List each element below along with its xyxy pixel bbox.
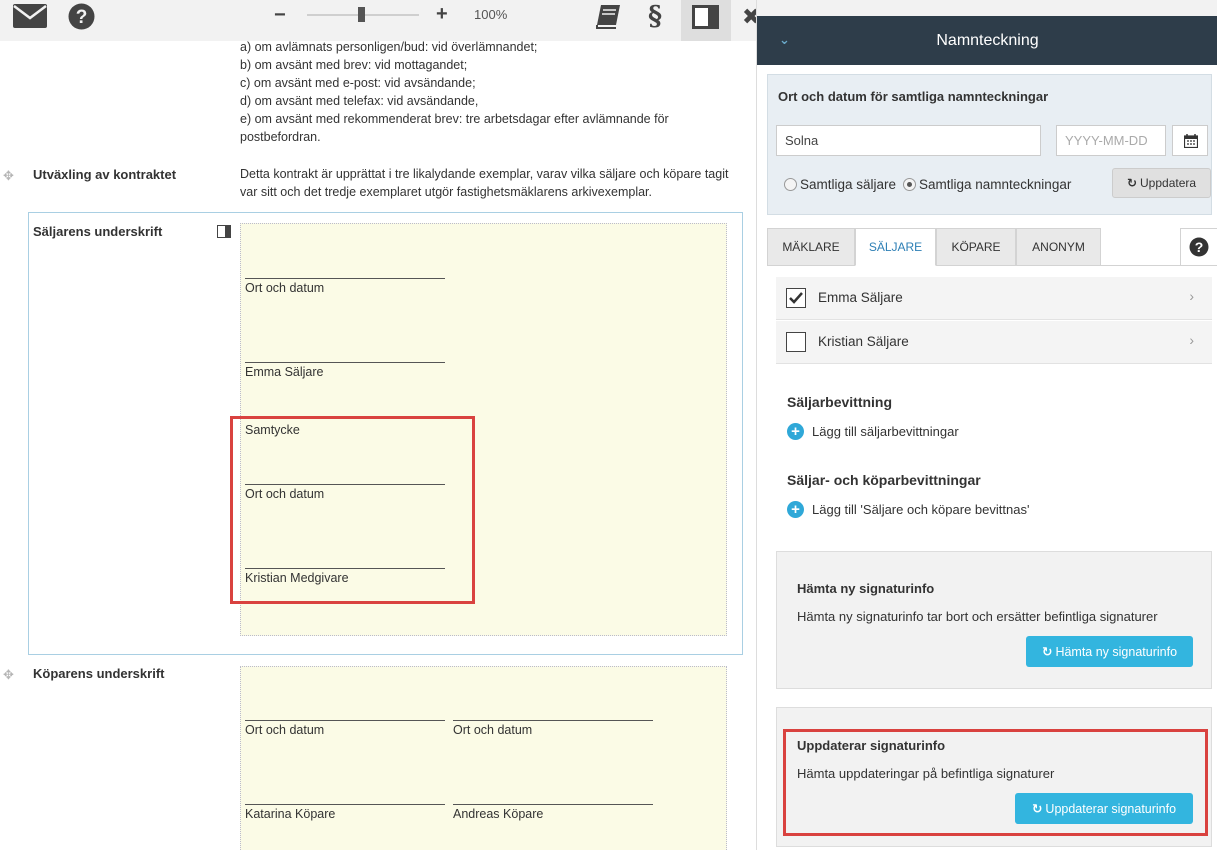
- party-checkbox[interactable]: [786, 332, 806, 352]
- buyer-name-caption: Katarina Köpare: [245, 807, 336, 821]
- date-input[interactable]: [1056, 125, 1166, 156]
- delivery-line: b) om avsänt med brev: vid mottagandet;: [240, 58, 468, 72]
- exchange-section-text: Detta kontrakt är upprättat i tre likaly…: [240, 165, 728, 201]
- add-seller-witness-label: Lägg till säljarbevittningar: [812, 424, 959, 439]
- signature-line: [245, 362, 445, 363]
- delivery-line: postbefordran.: [240, 130, 321, 144]
- signature-line: [245, 278, 445, 279]
- place-input[interactable]: [776, 125, 1041, 156]
- buyer-name-caption: Andreas Köpare: [453, 807, 544, 821]
- help-icon: ?: [1189, 237, 1209, 257]
- add-both-witness-label: Lägg till 'Säljare och köpare bevittnas': [812, 502, 1030, 517]
- party-name: Kristian Säljare: [818, 334, 909, 349]
- mail-icon[interactable]: [13, 3, 47, 29]
- chevron-right-icon[interactable]: ›: [1189, 332, 1194, 348]
- add-both-witness-link[interactable]: + Lägg till 'Säljare och köpare bevittna…: [787, 501, 1029, 518]
- chevron-right-icon[interactable]: ›: [1189, 288, 1194, 304]
- buyer-signature-box[interactable]: [240, 666, 727, 850]
- fetch-button-label: Hämta ny signaturinfo: [1055, 644, 1178, 659]
- panel-toggle-button[interactable]: [681, 0, 731, 41]
- party-checkbox[interactable]: [786, 288, 806, 308]
- document-view: a) om avlämnats personligen/bud: vid öve…: [0, 41, 756, 850]
- seller-witness-heading: Säljarbevittning: [787, 394, 893, 410]
- refresh-icon: ↻: [1041, 645, 1053, 659]
- place-date-caption: Ort och datum: [245, 723, 325, 737]
- layout-toggle-icon[interactable]: [217, 225, 231, 238]
- tab-kopare[interactable]: KÖPARE: [936, 228, 1016, 266]
- signature-line: [453, 720, 653, 721]
- fetch-signature-button[interactable]: ↻ Hämta ny signaturinfo: [1026, 636, 1193, 667]
- svg-text:?: ?: [1195, 239, 1204, 255]
- exchange-text-line: Detta kontrakt är upprättat i tre likaly…: [240, 167, 729, 181]
- seller-name-caption: Emma Säljare: [245, 365, 324, 379]
- consent-highlight-frame: [230, 416, 475, 604]
- tab-saljare[interactable]: SÄLJARE: [855, 228, 936, 266]
- panel-top-strip: [757, 0, 1217, 16]
- calendar-icon: [1184, 134, 1198, 148]
- radio-all-sellers-label[interactable]: Samtliga säljare: [800, 177, 896, 192]
- party-row[interactable]: Kristian Säljare ›: [776, 321, 1212, 364]
- zoom-level: 100%: [474, 7, 508, 22]
- signature-line: [245, 720, 445, 721]
- exchange-text-line: var sitt och det tredje exemplaret utgör…: [240, 185, 652, 199]
- place-date-settings: Ort och datum för samtliga namnteckninga…: [767, 74, 1212, 215]
- radio-all-signatures-label[interactable]: Samtliga namnteckningar: [919, 177, 1071, 192]
- party-name: Emma Säljare: [818, 290, 903, 305]
- buyer-section-label: Köparens underskrift: [33, 666, 165, 681]
- signature-line: [245, 804, 445, 805]
- plus-circle-icon: +: [787, 501, 804, 518]
- update-card-highlight-frame: [783, 729, 1208, 836]
- zoom-in-button[interactable]: +: [436, 3, 448, 26]
- update-button[interactable]: ↻ Uppdatera: [1112, 168, 1211, 198]
- calendar-button[interactable]: [1172, 125, 1208, 156]
- help-icon[interactable]: ?: [68, 3, 95, 29]
- tab-anonym[interactable]: ANONYM: [1016, 228, 1101, 266]
- move-handle-icon[interactable]: ✥: [3, 667, 14, 683]
- fetch-signature-card: Hämta ny signaturinfo Hämta ny signaturi…: [776, 551, 1212, 689]
- party-row[interactable]: Emma Säljare ›: [776, 277, 1212, 320]
- help-button[interactable]: ?: [1180, 228, 1217, 266]
- radio-all-signatures[interactable]: [903, 178, 916, 191]
- checkmark-icon: [789, 292, 803, 304]
- fetch-card-title: Hämta ny signaturinfo: [797, 581, 935, 596]
- place-date-title: Ort och datum för samtliga namnteckninga…: [778, 89, 1049, 104]
- panel-toggle-icon: [692, 4, 719, 30]
- move-handle-icon[interactable]: ✥: [3, 168, 14, 184]
- delivery-line: a) om avlämnats personligen/bud: vid öve…: [240, 41, 538, 54]
- signature-line: [453, 804, 653, 805]
- panel-title: Namnteckning: [936, 32, 1039, 49]
- fetch-card-description: Hämta ny signaturinfo tar bort och ersät…: [797, 609, 1158, 624]
- svg-text:?: ?: [76, 7, 88, 28]
- delivery-line: d) om avsänt med telefax: vid avsändande…: [240, 94, 479, 108]
- both-witness-heading: Säljar- och köparbevittningar: [787, 472, 981, 488]
- book-icon[interactable]: [594, 3, 622, 29]
- delivery-clause: a) om avlämnats personligen/bud: vid öve…: [240, 41, 669, 146]
- document-toolbar: ? − + 100% § ✖: [0, 0, 760, 41]
- section-icon[interactable]: §: [648, 1, 662, 32]
- seller-section-label: Säljarens underskrift: [33, 224, 163, 239]
- place-date-caption: Ort och datum: [453, 723, 533, 737]
- zoom-slider-handle[interactable]: [358, 7, 365, 22]
- refresh-icon: ↻: [1126, 176, 1137, 190]
- radio-all-sellers[interactable]: [784, 178, 797, 191]
- delivery-line: c) om avsänt med e-post: vid avsändande;: [240, 76, 476, 90]
- delivery-line: e) om avsänt med rekommenderat brev: tre…: [240, 112, 669, 126]
- signature-panel: ⌄ Namnteckning Ort och datum för samtlig…: [756, 0, 1217, 850]
- add-seller-witness-link[interactable]: + Lägg till säljarbevittningar: [787, 423, 959, 440]
- zoom-out-button[interactable]: −: [274, 4, 286, 27]
- exchange-section-label: Utväxling av kontraktet: [33, 167, 177, 182]
- plus-circle-icon: +: [787, 423, 804, 440]
- update-button-label: Uppdatera: [1140, 176, 1197, 190]
- tab-maklare[interactable]: MÄKLARE: [767, 228, 855, 266]
- place-date-caption: Ort och datum: [245, 281, 325, 295]
- panel-header[interactable]: ⌄ Namnteckning: [757, 16, 1217, 65]
